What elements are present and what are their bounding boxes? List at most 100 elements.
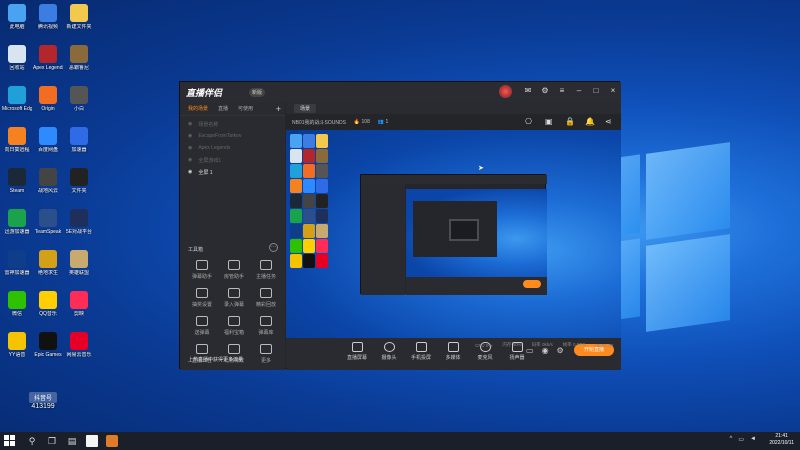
scene-item-active[interactable]: ◉ 全屏 1 — [180, 166, 285, 178]
app-icon — [39, 209, 57, 227]
desktop-icon[interactable]: Origin — [33, 86, 63, 122]
tool-item[interactable]: 福利宝箱 — [218, 316, 250, 336]
desktop-icon[interactable]: 微信 — [2, 291, 32, 327]
version-badge[interactable]: 新版 — [249, 88, 266, 97]
network-icon[interactable]: ▭ — [738, 436, 744, 443]
tool-icon — [196, 288, 208, 298]
notepad-icon[interactable] — [86, 435, 98, 447]
scene-item[interactable]: ◉ Apex Legends — [180, 142, 285, 154]
cpu-status: CPU 0% — [475, 342, 493, 348]
nested-preview-window — [360, 174, 547, 295]
stream-title[interactable]: NB01我的战斗SOUNDS — [292, 119, 346, 126]
avatar[interactable] — [499, 85, 512, 98]
desktop-icon[interactable]: 新建文件夹 — [64, 4, 94, 40]
tool-label: 送弹幕 — [194, 330, 210, 336]
desktop-icon[interactable]: 此电脑 — [2, 4, 32, 40]
bottom-notice[interactable]: 上热直播中获得更多流量 — [188, 356, 243, 363]
eye-icon[interactable]: ◉ — [188, 133, 192, 139]
settings-icon[interactable]: ⚙ — [541, 86, 549, 96]
scene-item[interactable]: ◉ 全屏游戏1 — [180, 154, 285, 166]
desktop-icon[interactable]: 加速器 — [64, 127, 94, 163]
clock[interactable]: 21:41 2022/10/11 — [769, 433, 794, 447]
desktop-icon[interactable]: 剪映 — [64, 291, 94, 327]
desktop-icon[interactable]: 恶霸鲁尼 — [64, 45, 94, 81]
live-app-taskbar-icon[interactable] — [106, 435, 118, 447]
tool-icon — [228, 260, 240, 270]
app-icon — [39, 4, 57, 22]
desktop-icon-label: Steam — [9, 188, 25, 194]
preview-icon — [290, 164, 302, 178]
tab-live[interactable]: 直播 — [218, 105, 228, 112]
maximize-icon[interactable]: □ — [592, 86, 600, 96]
gift-icon[interactable]: ⎔ — [525, 117, 533, 126]
tool-item[interactable]: 弹幕库 — [250, 316, 282, 336]
desktop-icon[interactable]: 小白 — [64, 86, 94, 122]
desktop-icon[interactable]: 回收站 — [2, 45, 32, 81]
mail-icon[interactable]: ✉ — [524, 86, 532, 96]
tool-item[interactable]: 录入弹幕 — [218, 288, 250, 308]
app-icon — [39, 250, 57, 268]
eye-icon[interactable]: ◉ — [188, 157, 192, 163]
app-icon — [39, 168, 57, 186]
desktop-icon[interactable]: 向日葵远程 — [2, 127, 32, 163]
scene-item[interactable]: ◉ 场景名称 — [180, 118, 285, 130]
task-view-icon[interactable]: ❐ — [46, 435, 58, 447]
tab-my-scenes[interactable]: 我的场景 — [188, 105, 208, 112]
minimize-icon[interactable]: – — [575, 86, 583, 96]
desktop-icon[interactable]: 英雄联盟 — [64, 250, 94, 286]
desktop-icon[interactable]: 腾讯视频 — [33, 4, 63, 40]
eye-icon[interactable]: ◉ — [188, 145, 192, 151]
desktop-icon[interactable]: Apex Legends — [33, 45, 63, 81]
chevron-up-icon[interactable]: ^ — [730, 436, 733, 443]
toolbox-more-button[interactable]: ··· — [269, 243, 278, 252]
app-titlebar: 直播伴侣 新版 ✉ ⚙ ≡ – □ × — [180, 82, 621, 102]
close-icon[interactable]: × — [609, 86, 617, 96]
desktop-icon[interactable]: 雷神加速器 — [2, 250, 32, 286]
eye-icon[interactable]: ◉ — [188, 121, 192, 127]
share-icon[interactable]: ⋖ — [605, 117, 613, 126]
desktop-icon[interactable]: 网易云音乐 — [64, 332, 94, 368]
desktop-icon[interactable]: Epic Games — [33, 332, 63, 368]
menu-icon[interactable]: ≡ — [558, 86, 566, 96]
desktop-icon[interactable]: 百度网盘 — [33, 127, 63, 163]
file-explorer-icon[interactable]: ▤ — [66, 435, 78, 447]
desktop-icon[interactable]: Microsoft Edge — [2, 86, 32, 122]
desktop-icon[interactable]: TeamSpeak — [33, 209, 63, 245]
scene-item[interactable]: ◉ EscapeFromTarkov — [180, 130, 285, 142]
add-scene-button[interactable]: + — [276, 104, 281, 114]
tool-item[interactable]: 弹幕助手 — [186, 260, 218, 280]
desktop-icon[interactable]: 文件夹 — [64, 168, 94, 204]
tool-icon — [260, 260, 272, 270]
tool-item[interactable]: 送弹幕 — [186, 316, 218, 336]
tool-item[interactable]: 精彩回放 — [250, 288, 282, 308]
start-button[interactable] — [4, 435, 16, 447]
desktop-icon[interactable]: 绝地求生 — [33, 250, 63, 286]
tool-item[interactable]: 主播任务 — [250, 260, 282, 280]
tab-available[interactable]: 可使用 — [238, 105, 253, 112]
tool-item[interactable]: 房管助手 — [218, 260, 250, 280]
desktop-icon[interactable]: QQ音乐 — [33, 291, 63, 327]
desktop-icon[interactable]: 迅游加速器 — [2, 209, 32, 245]
app-icon — [70, 45, 88, 63]
desktop-icon-label: 5E对战平台 — [65, 229, 93, 235]
info-icons: ⎔ ▣ 🔒 🔔 ⋖ — [525, 117, 613, 126]
desktop-icon[interactable]: Steam — [2, 168, 32, 204]
desktop-icon-label: 绝地求生 — [37, 270, 58, 276]
tab-scene[interactable]: 场景 — [294, 103, 317, 113]
tool-label: 录入弹幕 — [223, 302, 244, 308]
shop-icon[interactable]: ▣ — [545, 117, 553, 126]
volume-icon[interactable]: ◄ — [750, 436, 756, 443]
bell-icon[interactable]: 🔔 — [585, 117, 595, 126]
search-icon[interactable]: ⚲ — [26, 435, 38, 447]
preview-icon — [290, 134, 302, 148]
tool-label: 弹幕库 — [258, 330, 274, 336]
app-icon — [70, 127, 88, 145]
tool-item[interactable]: 抽奖设置 — [186, 288, 218, 308]
eye-icon[interactable]: ◉ — [188, 169, 192, 175]
desktop-icon-label: 腾讯视频 — [37, 24, 58, 30]
desktop-icon[interactable]: 战地风云 — [33, 168, 63, 204]
desktop-icon[interactable]: 5E对战平台 — [64, 209, 94, 245]
stream-preview[interactable]: ➤ — [286, 130, 621, 338]
desktop-icon[interactable]: YY语音 — [2, 332, 32, 368]
lock-icon[interactable]: 🔒 — [565, 117, 575, 126]
